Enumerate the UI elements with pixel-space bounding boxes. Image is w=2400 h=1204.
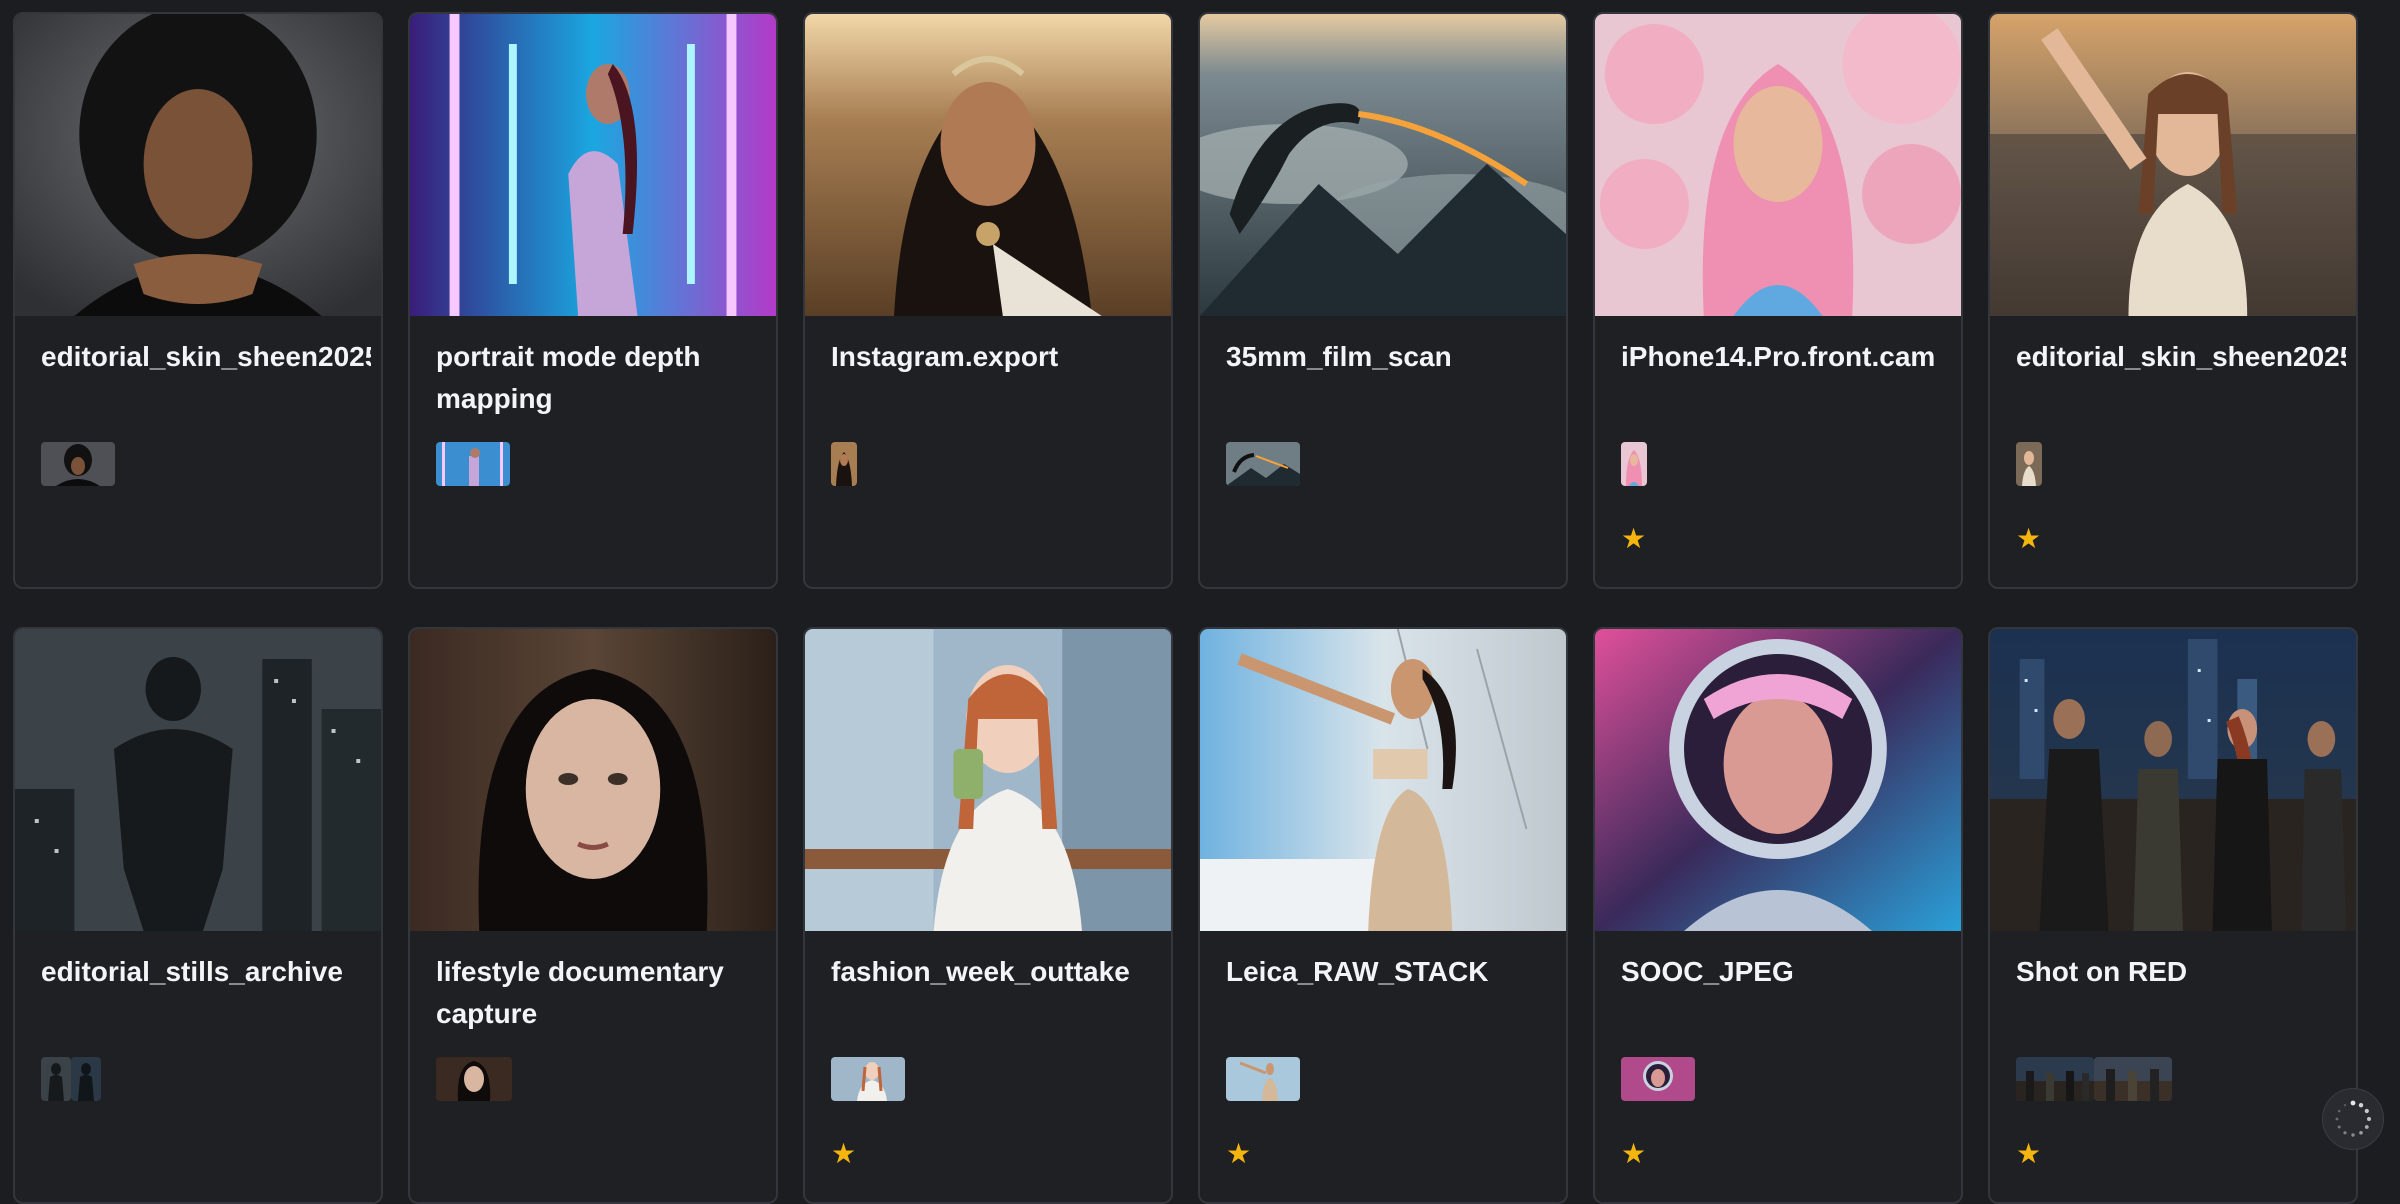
collection-card[interactable]: Instagram.export [803,12,1173,589]
thumbnail-preview[interactable] [436,1057,512,1101]
bathroom-selfie-image [1200,629,1566,931]
card-thumbnails [1621,442,1647,486]
collection-card[interactable]: portrait mode depth mapping [408,12,778,589]
thumbnail-preview[interactable] [2016,442,2042,486]
card-title: editorial_stills_archive [41,951,371,993]
card-title: portrait mode depth mapping [436,336,766,420]
thumbnail-preview[interactable] [71,1057,101,1101]
collection-card[interactable]: editorial_skin_sheen2025 ★ [1988,12,2358,589]
film-crew-night-image [1990,629,2356,931]
portrait-curly-hair-image [15,14,381,316]
thumbnail-preview[interactable] [1226,1057,1300,1101]
favorite-star-icon[interactable]: ★ [1621,526,1647,552]
card-thumbnails [2016,1057,2172,1101]
favorite-star-icon[interactable]: ★ [1621,1141,1647,1167]
collection-card[interactable]: fashion_week_outtake ★ [803,627,1173,1204]
thumbnail-preview[interactable] [1621,1057,1695,1101]
favorite-star-icon[interactable]: ★ [831,1141,857,1167]
cherry-blossom-portrait-image [1595,14,1961,316]
collection-grid: editorial_skin_sheen2025 portrait mode d… [13,12,2358,1204]
desert-portrait-image [805,14,1171,316]
thumbnail-preview[interactable] [41,442,115,486]
card-title: 35mm_film_scan [1226,336,1556,378]
thumbnail-preview[interactable] [436,442,510,486]
favorite-star-icon[interactable]: ★ [1226,1141,1252,1167]
collection-card[interactable]: editorial_skin_sheen2025 [13,12,383,589]
thumbnail-preview[interactable] [41,1057,71,1101]
card-title: Leica_RAW_STACK [1226,951,1556,993]
card-thumbnails [436,442,510,486]
collection-card[interactable]: 35mm_film_scan [1198,12,1568,589]
card-thumbnails [1226,442,1300,486]
card-thumbnails [41,442,115,486]
card-title: editorial_skin_sheen2025 [2016,336,2346,378]
dark-hair-portrait-image [410,629,776,931]
thumbnail-preview[interactable] [2016,1057,2094,1101]
card-thumbnails [1621,1057,1695,1101]
card-title: Shot on RED [2016,951,2346,993]
card-title: iPhone14.Pro.front.cam [1621,336,1951,378]
collection-card[interactable]: Shot on RED ★ [1988,627,2358,1204]
favorite-star-icon[interactable]: ★ [2016,526,2042,552]
cafe-braids-image [805,629,1171,931]
thumbnail-preview[interactable] [831,1057,905,1101]
thumbnail-preview[interactable] [2094,1057,2172,1101]
collection-card[interactable]: Leica_RAW_STACK ★ [1198,627,1568,1204]
collection-card[interactable]: editorial_stills_archive [13,627,383,1204]
card-title: lifestyle documentary capture [436,951,766,1035]
dragon-mountains-image [1200,14,1566,316]
card-title: SOOC_JPEG [1621,951,1951,993]
card-title: editorial_skin_sheen2025 [41,336,371,378]
favorite-star-icon[interactable]: ★ [2016,1141,2042,1167]
card-thumbnails [436,1057,512,1101]
chrome-helmet-image [1595,629,1961,931]
collection-card[interactable]: SOOC_JPEG ★ [1593,627,1963,1204]
armored-figure-city-image [15,629,381,931]
loading-spinner-icon [2322,1088,2384,1150]
card-thumbnails [2016,442,2042,486]
neon-portrait-image [410,14,776,316]
collection-card[interactable]: lifestyle documentary capture [408,627,778,1204]
card-thumbnails [831,1057,905,1101]
festival-selfie-image [1990,14,2356,316]
thumbnail-preview[interactable] [1621,442,1647,486]
thumbnail-preview[interactable] [1226,442,1300,486]
card-thumbnails [831,442,857,486]
thumbnail-preview[interactable] [831,442,857,486]
card-thumbnails [41,1057,101,1101]
card-thumbnails [1226,1057,1300,1101]
collection-card[interactable]: iPhone14.Pro.front.cam ★ [1593,12,1963,589]
card-title: fashion_week_outtake [831,951,1161,993]
card-title: Instagram.export [831,336,1161,378]
